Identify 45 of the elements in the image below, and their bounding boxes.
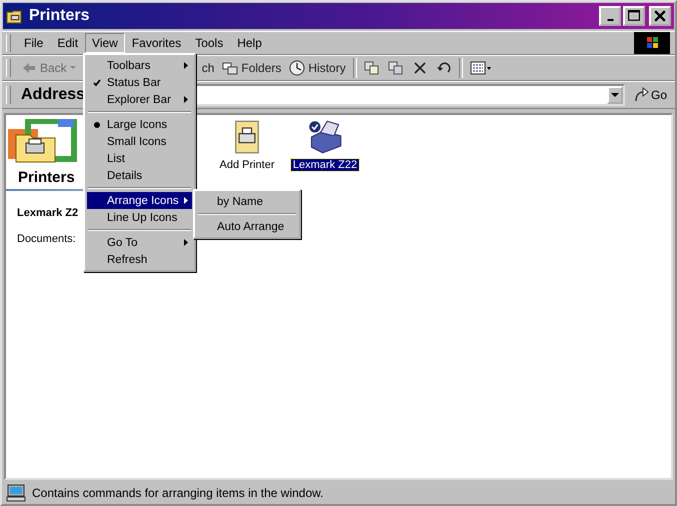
back-arrow-icon — [21, 60, 37, 76]
menu-item[interactable]: Large Icons — [87, 116, 192, 133]
folder-title: Printers — [18, 169, 75, 186]
menu-item[interactable]: File — [17, 33, 50, 53]
menu-item[interactable]: Tools — [188, 33, 230, 53]
printer-icon — [307, 119, 343, 155]
search-button[interactable]: ch — [198, 59, 218, 77]
menu-item[interactable]: Help — [230, 33, 269, 53]
close-icon — [654, 10, 666, 22]
menu-item[interactable]: Arrange Icons — [87, 192, 192, 209]
menu-item[interactable]: by Name — [197, 193, 297, 210]
menu-item[interactable]: List — [87, 150, 192, 167]
menu-item[interactable]: Go To — [87, 234, 192, 251]
menu-item[interactable]: Favorites — [124, 33, 188, 53]
menu-item[interactable]: Line Up Icons — [87, 209, 192, 226]
menu-item[interactable]: Toolbars — [87, 57, 192, 74]
menu-item[interactable]: Edit — [50, 33, 86, 53]
go-arrow-icon — [632, 87, 649, 103]
menu-item[interactable]: Details — [87, 167, 192, 184]
views-icon — [470, 60, 492, 76]
maximize-icon — [628, 10, 640, 22]
printer-folder-icon — [6, 8, 23, 24]
folders-button[interactable]: Folders — [218, 58, 286, 78]
caret-icon — [70, 66, 76, 70]
go-button[interactable]: Go — [628, 85, 671, 105]
close-button[interactable] — [649, 6, 671, 26]
maximize-button[interactable] — [623, 6, 645, 26]
documents-count: Documents: — [17, 233, 76, 245]
copy-to-icon — [388, 60, 404, 76]
windows-logo-icon — [633, 32, 671, 54]
menu-item[interactable]: Refresh — [87, 251, 192, 268]
menu-item[interactable]: Auto Arrange — [197, 218, 297, 235]
menu-item[interactable]: Small Icons — [87, 133, 192, 150]
status-text: Contains commands for arranging items in the window. — [32, 486, 324, 500]
move-to-icon — [364, 60, 380, 76]
menu-item[interactable]: View — [85, 33, 125, 53]
computer-icon — [6, 484, 26, 502]
printer-name: Lexmark Z2 — [17, 207, 78, 219]
minimize-button[interactable] — [599, 6, 621, 26]
minimize-icon — [606, 19, 614, 21]
clock-icon — [289, 60, 306, 76]
history-button[interactable]: History — [285, 58, 350, 78]
folders-icon — [222, 60, 238, 76]
window-title: Printers — [29, 7, 90, 25]
delete-icon — [412, 60, 428, 76]
